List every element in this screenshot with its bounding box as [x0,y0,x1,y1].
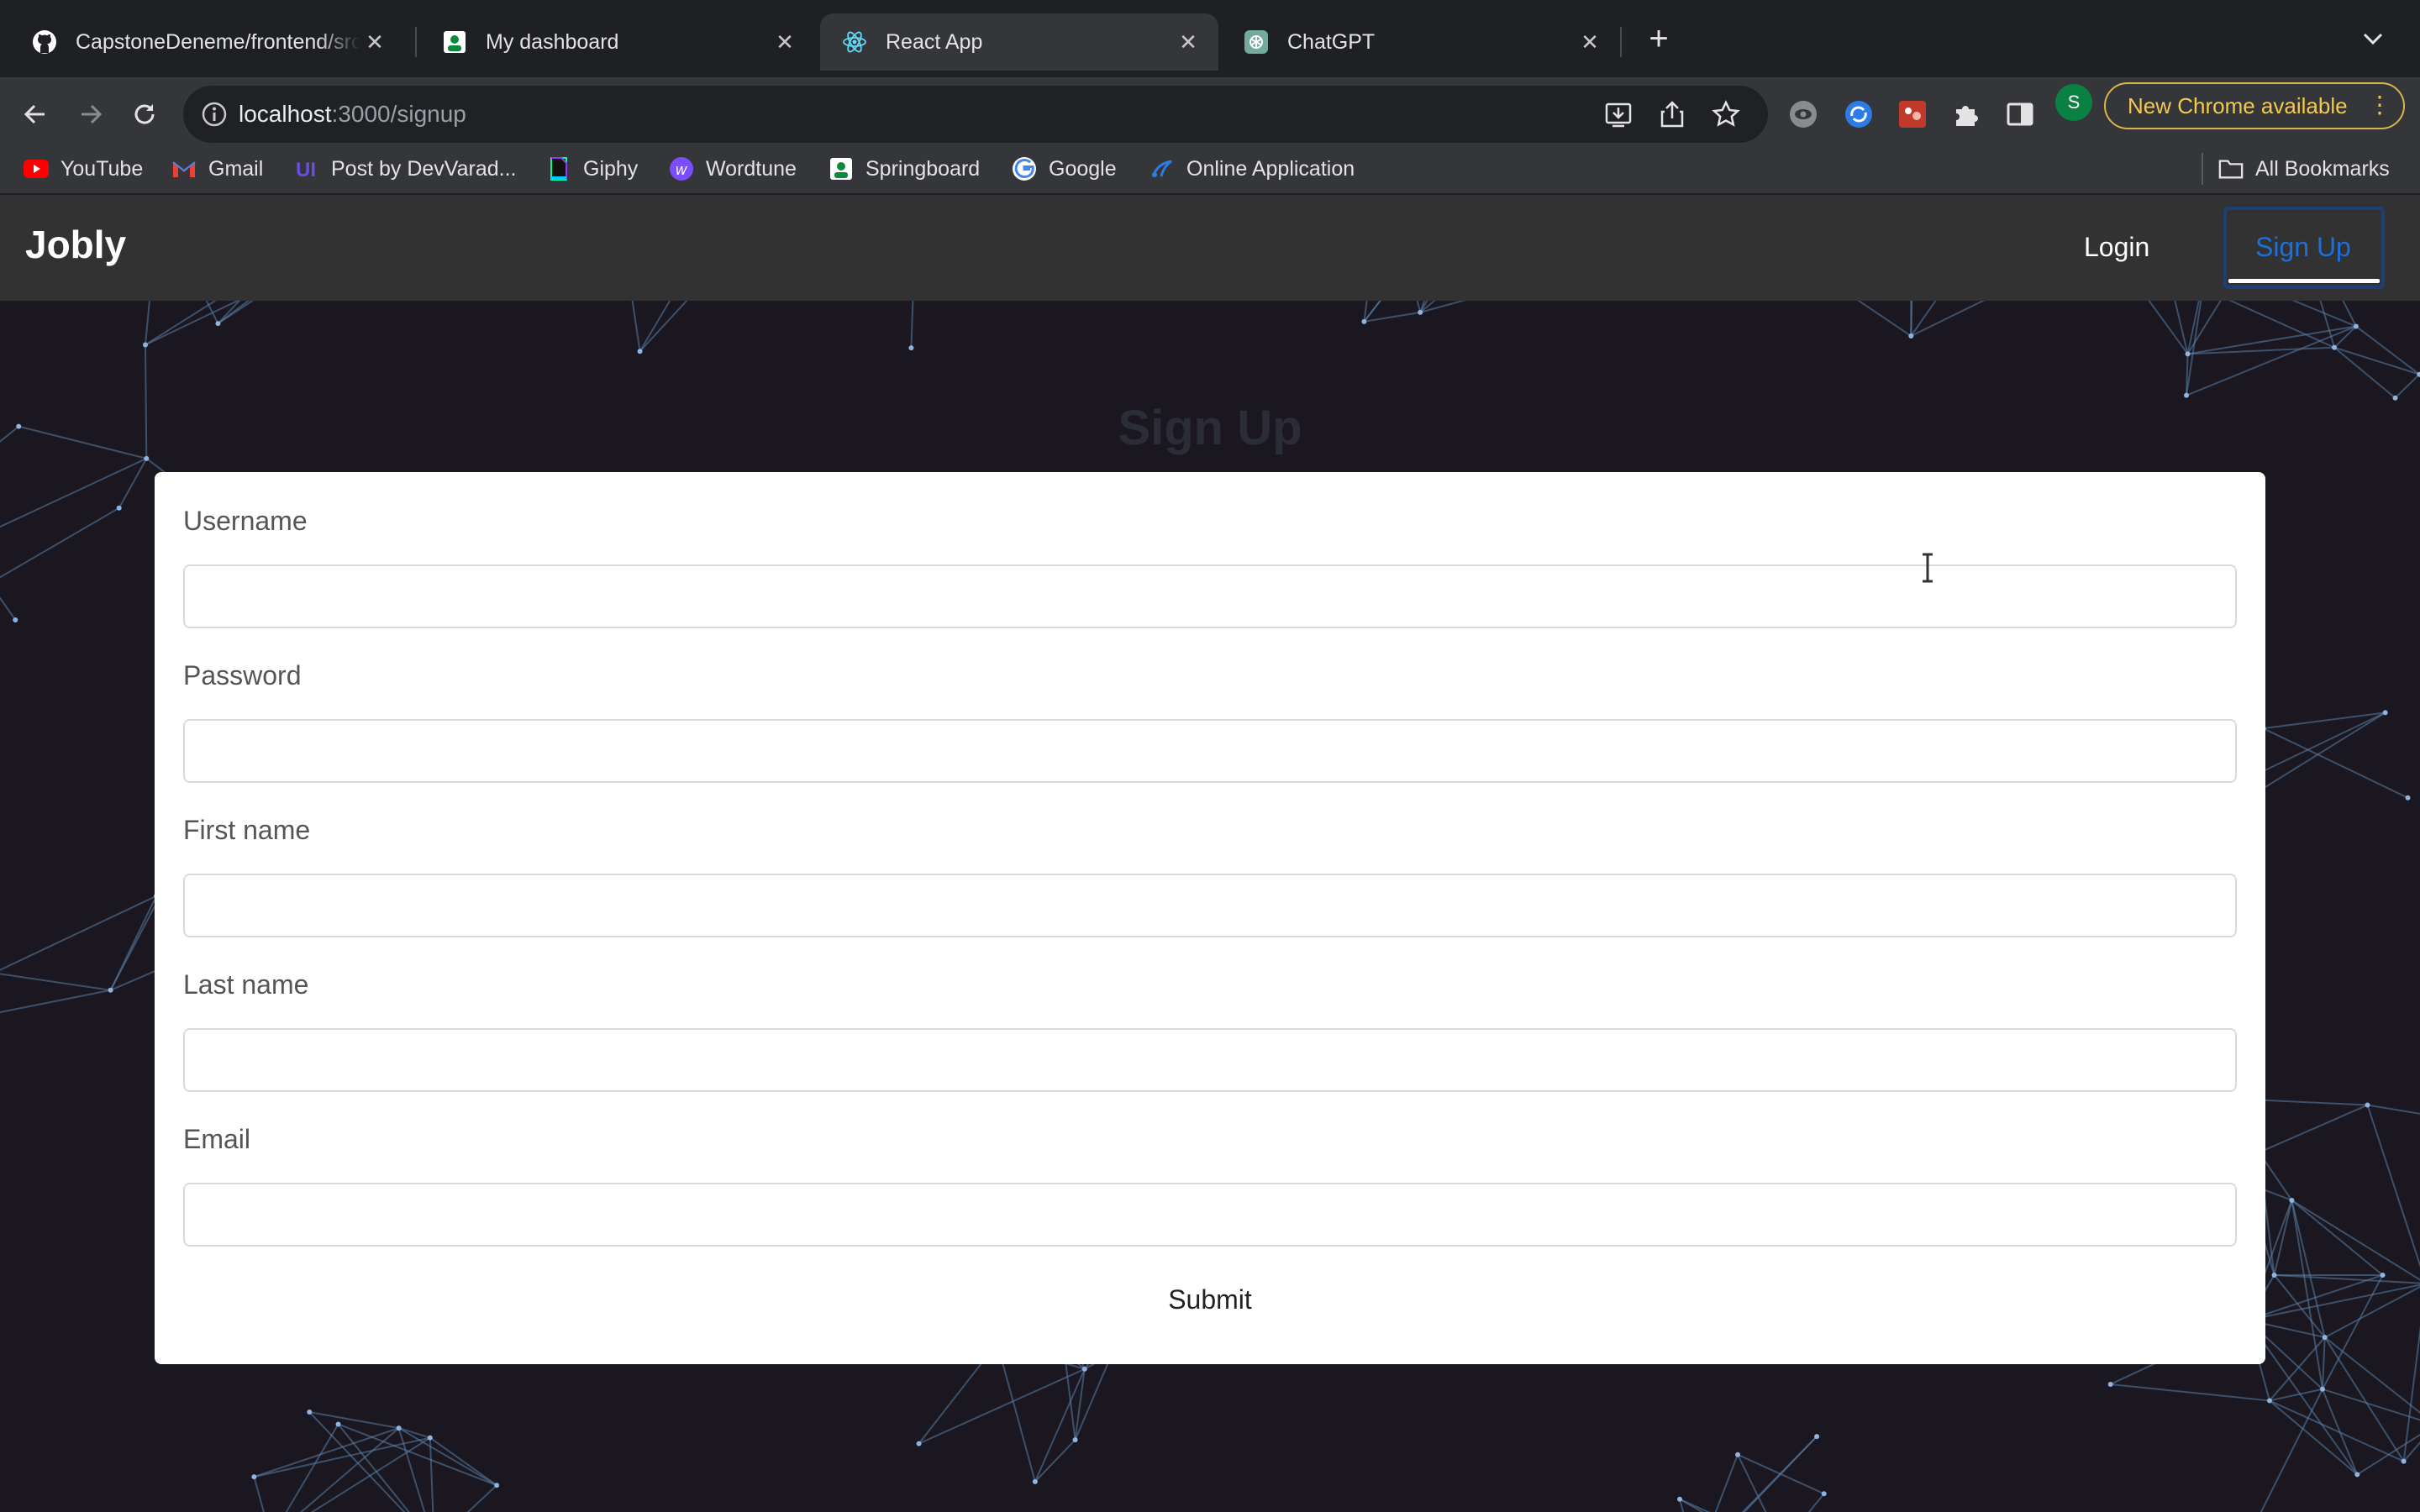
bookmark-label: Gmail [208,156,264,181]
bookmarks-bar: YouTube Gmail UI Post by DevVarad... Gip… [0,143,2420,195]
tab-github[interactable]: CapstoneDeneme/frontend/src ✕ [10,13,405,71]
more-vertical-icon[interactable]: ⋮ [2368,91,2391,118]
puzzle-extensions-icon[interactable] [1949,97,1983,131]
brand-logo[interactable]: Jobly [25,222,126,267]
bookmark-giphy[interactable]: Giphy [546,153,638,185]
bookmark-youtube[interactable]: YouTube [24,153,143,185]
bookmark-star-icon[interactable] [1709,97,1743,131]
url-text: localhost:3000/signup [239,101,466,128]
last-name-input[interactable] [183,1028,2237,1092]
email-label: Email [183,1124,251,1154]
tab-separator [415,27,417,57]
google-icon [1012,156,1037,181]
tab-dashboard[interactable]: My dashboard ✕ [420,13,815,71]
last-name-label: Last name [183,969,309,1000]
close-tab-icon[interactable]: ✕ [1173,27,1203,57]
svg-text:w: w [676,161,687,178]
wordtune-icon: w [669,156,694,181]
springboard-icon [442,29,467,55]
chatgpt-icon [1244,29,1269,55]
share-icon[interactable] [1655,97,1689,131]
signup-form: Username Password First name Last name E… [155,472,2265,1364]
url-path: :3000/signup [331,101,466,127]
tab-title: My dashboard [486,29,619,54]
submit-button[interactable]: Submit [1151,1278,1269,1320]
bookmark-springboard[interactable]: Springboard [829,153,980,185]
bookmark-wordtune[interactable]: w Wordtune [669,153,797,185]
first-name-label: First name [183,815,311,845]
tab-separator [1620,27,1622,57]
tab-title: ChatGPT [1287,29,1376,54]
bookmark-google[interactable]: Google [1012,153,1117,185]
bookmark-label: Post by DevVarad... [331,156,517,181]
first-name-input[interactable] [183,874,2237,937]
tab-chatgpt[interactable]: ChatGPT ✕ [1222,13,1620,71]
app-navbar: Jobly Login Sign Up [0,195,2420,301]
github-icon [32,29,57,55]
bookmark-label: Springboard [865,156,981,181]
bookmark-label: Giphy [583,156,639,181]
sync-extension-icon[interactable] [1842,97,1876,131]
svg-text:UI: UI [296,159,316,181]
red-extension-icon[interactable] [1896,97,1929,131]
gmail-icon [171,156,197,181]
ui-icon: UI [294,156,319,181]
back-arrow-icon[interactable] [12,91,59,138]
new-chrome-available-button[interactable]: New Chrome available ⋮ [2104,82,2405,129]
folder-icon [2218,156,2244,181]
close-tab-icon[interactable]: ✕ [770,27,800,57]
bookmark-label: YouTube [60,156,144,181]
bookmark-online-application[interactable]: Online Application [1150,153,1355,185]
bookmarks-separator [2202,153,2203,185]
page-title: Sign Up [1118,401,1302,455]
close-tab-icon[interactable]: ✕ [1575,27,1605,57]
tab-title: CapstoneDeneme/frontend/src [76,29,360,54]
nav-login-link[interactable]: Login [2084,232,2149,263]
forward-arrow-icon[interactable] [67,91,114,138]
password-label: Password [183,660,302,690]
springboard-icon [829,156,854,181]
application-icon [1150,156,1175,181]
password-input[interactable] [183,719,2237,783]
page-viewport: Jobly Login Sign Up Sign Up Username Pas… [0,195,2420,1512]
bookmark-gmail[interactable]: Gmail [171,153,263,185]
install-app-icon[interactable] [1602,97,1635,131]
close-tab-icon[interactable]: ✕ [360,27,390,57]
bookmark-label: Google [1049,156,1117,181]
tab-title: React App [886,29,983,54]
email-input[interactable] [183,1183,2237,1247]
bookmark-post-devvarad[interactable]: UI Post by DevVarad... [294,153,516,185]
new-tab-icon[interactable]: + [1640,20,1677,57]
bookmark-label: All Bookmarks [2255,156,2390,181]
all-bookmarks-button[interactable]: All Bookmarks [2218,153,2390,185]
eye-extension-icon[interactable] [1786,97,1820,131]
update-button-label: New Chrome available [2128,92,2348,118]
react-icon [842,29,867,55]
text-cursor-icon [1923,553,1933,583]
site-info-icon[interactable] [200,100,229,129]
chevron-down-icon[interactable] [2354,20,2391,57]
browser-tab-bar: CapstoneDeneme/frontend/src ✕ My dashboa… [0,0,2420,77]
bookmark-label: Wordtune [706,156,797,181]
reload-icon[interactable] [121,91,168,138]
tab-react-app[interactable]: React App ✕ [820,13,1218,71]
bookmark-label: Online Application [1186,156,1355,181]
side-panel-icon[interactable] [2003,97,2037,131]
profile-avatar[interactable]: S [2055,84,2092,121]
username-label: Username [183,506,308,536]
nav-signup-link[interactable]: Sign Up [2255,232,2351,263]
url-host: localhost [239,101,332,127]
active-nav-underline [2228,279,2380,283]
address-bar[interactable]: localhost:3000/signup [183,86,1768,143]
giphy-icon [546,156,571,181]
youtube-icon [24,156,49,181]
